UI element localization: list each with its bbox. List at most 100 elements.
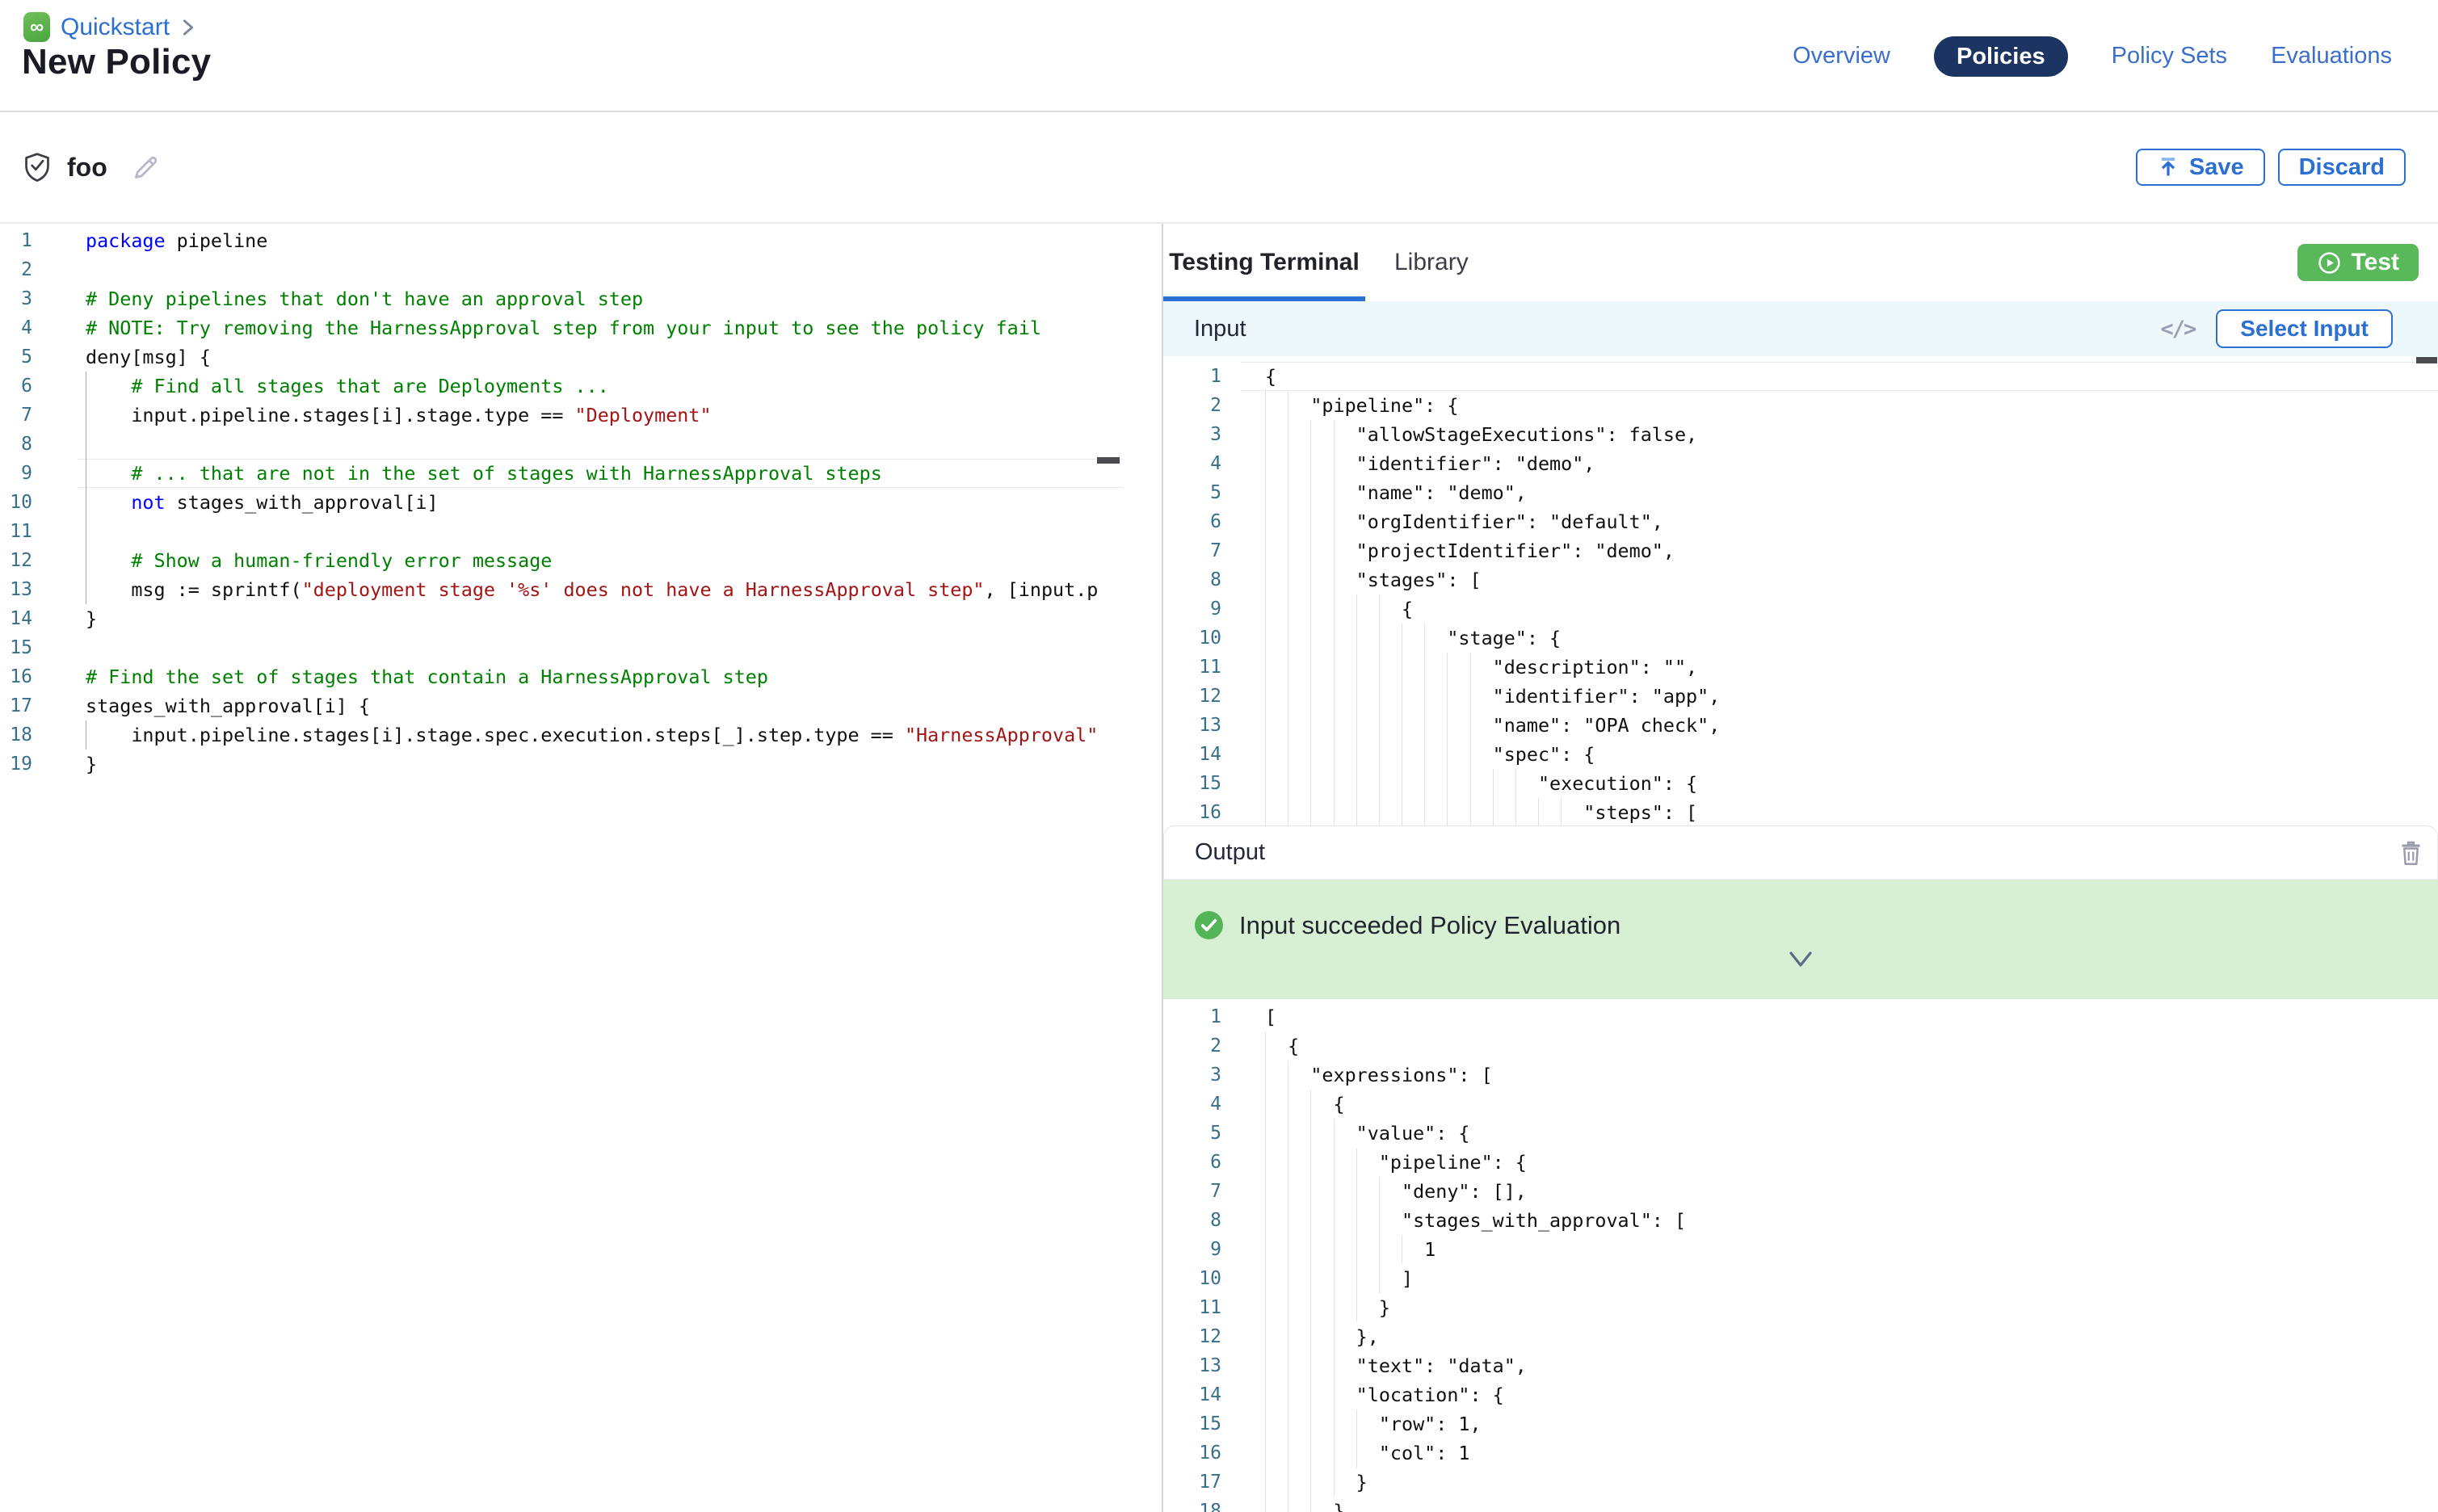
code-line-text: input.pipeline.stages[i].stage.spec.exec… [78,720,1123,750]
code-line: 2 { [1163,1031,2438,1060]
line-number: 6 [1163,1148,1241,1177]
code-line-text: "name": "demo", [1241,478,2438,507]
indent-guide [1265,624,1266,653]
indent-guide [1265,1293,1266,1322]
nav-item-policy-sets[interactable]: Policy Sets [2112,43,2227,69]
input-json-editor[interactable]: 1{2 "pipeline": {3 "allowStageExecutions… [1163,356,2438,825]
code-line: 1package pipeline [0,226,1162,255]
indent-guide [1356,798,1357,825]
line-number: 1 [1163,1002,1241,1031]
code-line-text: not stages_with_approval[i] [78,488,1123,517]
indent-guide [1379,769,1380,798]
indent-guide [1447,740,1448,769]
policy-toolbar: foo Save Discard [0,112,2438,224]
code-line-text: msg := sprintf("deployment stage '%s' do… [78,575,1123,604]
trash-icon[interactable] [2398,838,2424,867]
indent-guide [1310,1148,1311,1177]
code-line: 18 input.pipeline.stages[i].stage.spec.e… [0,720,1162,750]
indent-guide [1356,769,1357,798]
indent-guide [1470,653,1471,682]
line-number: 6 [0,372,78,401]
output-section-header: Output [1163,825,2438,880]
code-line-text: "pipeline": { [1241,1148,2438,1177]
indent-guide [1310,1497,1311,1512]
discard-button[interactable]: Discard [2278,149,2406,186]
nav-item-policies[interactable]: Policies [1934,36,2068,77]
code-line: 7 "projectIdentifier": "demo", [1163,536,2438,565]
code-view-icon[interactable]: </> [2161,317,2196,342]
tab-testing-terminal[interactable]: Testing Terminal [1163,224,1365,301]
code-line: 3 "expressions": [ [1163,1060,2438,1090]
code-line-text: "steps": [ [1241,798,2438,825]
code-line: 13 "text": "data", [1163,1351,2438,1380]
save-button[interactable]: Save [2136,149,2265,186]
indent-guide [1310,507,1311,536]
indent-guide [1334,798,1335,825]
indent-guide [1356,653,1357,682]
line-number: 12 [1163,682,1241,711]
indent-guide [1310,1264,1311,1293]
select-input-button[interactable]: Select Input [2216,309,2393,348]
output-json-editor[interactable]: 1[2 {3 "expressions": [4 {5 "value": {6 … [1163,999,2438,1512]
code-line-text [78,517,1123,546]
testing-terminal-pane: Testing Terminal Library Test Input </> … [1163,224,2438,1512]
indent-guide [1310,536,1311,565]
code-line: 3# Deny pipelines that don't have an app… [0,284,1162,313]
input-section-header: Input </> Select Input [1163,301,2438,356]
code-line: 7 "deny": [], [1163,1177,2438,1206]
line-number: 11 [0,517,78,546]
code-line: 6 "orgIdentifier": "default", [1163,507,2438,536]
code-line-text: "value": { [1241,1119,2438,1148]
line-number: 13 [1163,1351,1241,1380]
code-line: 4# NOTE: Try removing the HarnessApprova… [0,313,1162,342]
chevron-down-icon[interactable] [1786,947,1815,972]
output-label: Output [1195,839,1265,866]
indent-guide [1265,653,1266,682]
indent-guide [1334,594,1335,624]
line-number: 2 [1163,391,1241,420]
indent-guide [1470,769,1471,798]
code-line-text: # Find all stages that are Deployments .… [78,372,1123,401]
policy-code-editor[interactable]: 1package pipeline23# Deny pipelines that… [0,224,1162,779]
nav-item-evaluations[interactable]: Evaluations [2271,43,2392,69]
indent-guide [1265,565,1266,594]
indent-guide [1310,653,1311,682]
line-number: 3 [1163,420,1241,449]
chevron-right-icon [180,16,196,39]
harness-logo-icon[interactable]: ∞ [23,12,50,42]
code-line: 5deny[msg] { [0,342,1162,372]
code-line: 17stages_with_approval[i] { [0,691,1162,720]
line-number: 13 [1163,711,1241,740]
indent-guide [1515,769,1516,798]
line-number: 1 [0,226,78,255]
line-number: 14 [1163,1380,1241,1409]
code-line: 13 "name": "OPA check", [1163,711,2438,740]
line-number: 7 [1163,1177,1241,1206]
indent-guide [1356,624,1357,653]
tab-library[interactable]: Library [1394,224,1469,301]
code-line-text: "row": 1, [1241,1409,2438,1438]
indent-guide [1310,1090,1311,1119]
line-number: 8 [1163,565,1241,594]
code-line: 9 # ... that are not in the set of stage… [0,459,1162,488]
play-circle-icon [2317,250,2342,275]
code-line-text: "identifier": "app", [1241,682,2438,711]
indent-guide [1334,682,1335,711]
indent-guide [1334,478,1335,507]
breadcrumb: ∞ Quickstart [23,12,196,42]
indent-guide [1310,682,1311,711]
line-number: 17 [0,691,78,720]
test-button[interactable]: Test [2297,244,2419,281]
code-line-text: "stage": { [1241,624,2438,653]
code-line-text: } [1241,1468,2438,1497]
line-number: 19 [0,750,78,779]
indent-guide [1334,536,1335,565]
indent-guide [1334,507,1335,536]
code-line-text: "identifier": "demo", [1241,449,2438,478]
edit-pencil-icon[interactable] [130,151,162,183]
line-number: 1 [1163,362,1241,391]
line-number: 3 [0,284,78,313]
line-number: 8 [1163,1206,1241,1235]
breadcrumb-project-link[interactable]: Quickstart [61,14,170,41]
nav-item-overview[interactable]: Overview [1793,43,1890,69]
